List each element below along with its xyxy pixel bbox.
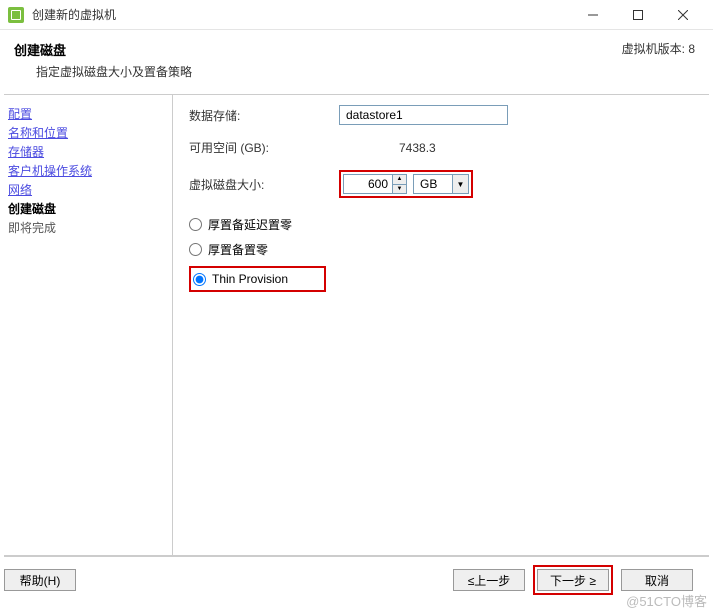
radio-thick-eager-input[interactable] bbox=[189, 243, 202, 256]
spinner-down-icon[interactable]: ▼ bbox=[393, 185, 406, 194]
window-title: 创建新的虚拟机 bbox=[32, 6, 570, 23]
disk-size-highlight: ▲ ▼ GB ▼ bbox=[339, 170, 473, 198]
wizard-footer: 帮助(H) ≤上一步 下一步 ≥ 取消 bbox=[4, 556, 709, 603]
wizard-header: 创建磁盘 指定虚拟磁盘大小及置备策略 bbox=[0, 30, 713, 94]
datastore-row: 数据存储: bbox=[189, 105, 697, 125]
radio-thick-lazy-label: 厚置备延迟置零 bbox=[208, 216, 292, 233]
vm-version-label: 虚拟机版本: 8 bbox=[622, 40, 695, 57]
sidebar-item-create-disk: 创建磁盘 bbox=[8, 200, 172, 219]
app-icon bbox=[8, 7, 24, 23]
close-button[interactable] bbox=[660, 0, 705, 30]
radio-thick-eager-label: 厚置备置零 bbox=[208, 241, 268, 258]
datastore-field bbox=[339, 105, 508, 125]
disk-size-input[interactable] bbox=[344, 175, 392, 193]
window-controls bbox=[570, 0, 705, 30]
next-button[interactable]: 下一步 ≥ bbox=[537, 569, 609, 591]
provision-radio-group: 厚置备延迟置零 厚置备置零 Thin Provision bbox=[189, 212, 697, 292]
watermark: @51CTO博客 bbox=[626, 591, 707, 610]
disk-size-row: 虚拟磁盘大小: ▲ ▼ GB ▼ bbox=[189, 170, 697, 198]
free-space-label: 可用空间 (GB): bbox=[189, 139, 339, 156]
page-subtitle: 指定虚拟磁盘大小及置备策略 bbox=[36, 63, 699, 80]
disk-unit-select[interactable]: GB ▼ bbox=[413, 174, 469, 194]
sidebar-item-storage[interactable]: 存储器 bbox=[8, 143, 172, 162]
sidebar-item-network[interactable]: 网络 bbox=[8, 181, 172, 200]
free-space-value: 7438.3 bbox=[339, 141, 436, 155]
page-title: 创建磁盘 bbox=[14, 40, 699, 59]
wizard-main: 数据存储: 可用空间 (GB): 7438.3 虚拟磁盘大小: ▲ ▼ GB ▼ bbox=[173, 95, 713, 555]
spinner-up-icon[interactable]: ▲ bbox=[393, 175, 406, 185]
spinner-buttons: ▲ ▼ bbox=[392, 175, 406, 193]
radio-thick-lazy[interactable]: 厚置备延迟置零 bbox=[189, 212, 697, 237]
radio-thick-lazy-input[interactable] bbox=[189, 218, 202, 231]
radio-thin-provision-input[interactable] bbox=[193, 273, 206, 286]
sidebar-item-ready: 即将完成 bbox=[8, 219, 172, 238]
sidebar-item-guest-os[interactable]: 客户机操作系统 bbox=[8, 162, 172, 181]
wizard-sidebar: 配置 名称和位置 存储器 客户机操作系统 网络 创建磁盘 即将完成 bbox=[0, 95, 173, 555]
datastore-label: 数据存储: bbox=[189, 107, 339, 124]
radio-thin-provision[interactable]: Thin Provision bbox=[193, 272, 288, 286]
radio-thin-provision-label: Thin Provision bbox=[212, 272, 288, 286]
disk-size-label: 虚拟磁盘大小: bbox=[189, 176, 339, 193]
chevron-down-icon: ▼ bbox=[452, 175, 468, 193]
cancel-button[interactable]: 取消 bbox=[621, 569, 693, 591]
radio-thick-eager[interactable]: 厚置备置零 bbox=[189, 237, 697, 262]
back-button[interactable]: ≤上一步 bbox=[453, 569, 525, 591]
free-space-row: 可用空间 (GB): 7438.3 bbox=[189, 139, 697, 156]
disk-unit-value: GB bbox=[420, 177, 452, 191]
thin-provision-highlight: Thin Provision bbox=[189, 266, 326, 292]
minimize-button[interactable] bbox=[570, 0, 615, 30]
disk-size-spinner[interactable]: ▲ ▼ bbox=[343, 174, 407, 194]
maximize-button[interactable] bbox=[615, 0, 660, 30]
help-button[interactable]: 帮助(H) bbox=[4, 569, 76, 591]
titlebar: 创建新的虚拟机 bbox=[0, 0, 713, 30]
next-button-highlight: 下一步 ≥ bbox=[533, 565, 613, 595]
sidebar-item-name-location[interactable]: 名称和位置 bbox=[8, 124, 172, 143]
sidebar-item-config[interactable]: 配置 bbox=[8, 105, 172, 124]
wizard-body: 配置 名称和位置 存储器 客户机操作系统 网络 创建磁盘 即将完成 数据存储: … bbox=[0, 95, 713, 555]
